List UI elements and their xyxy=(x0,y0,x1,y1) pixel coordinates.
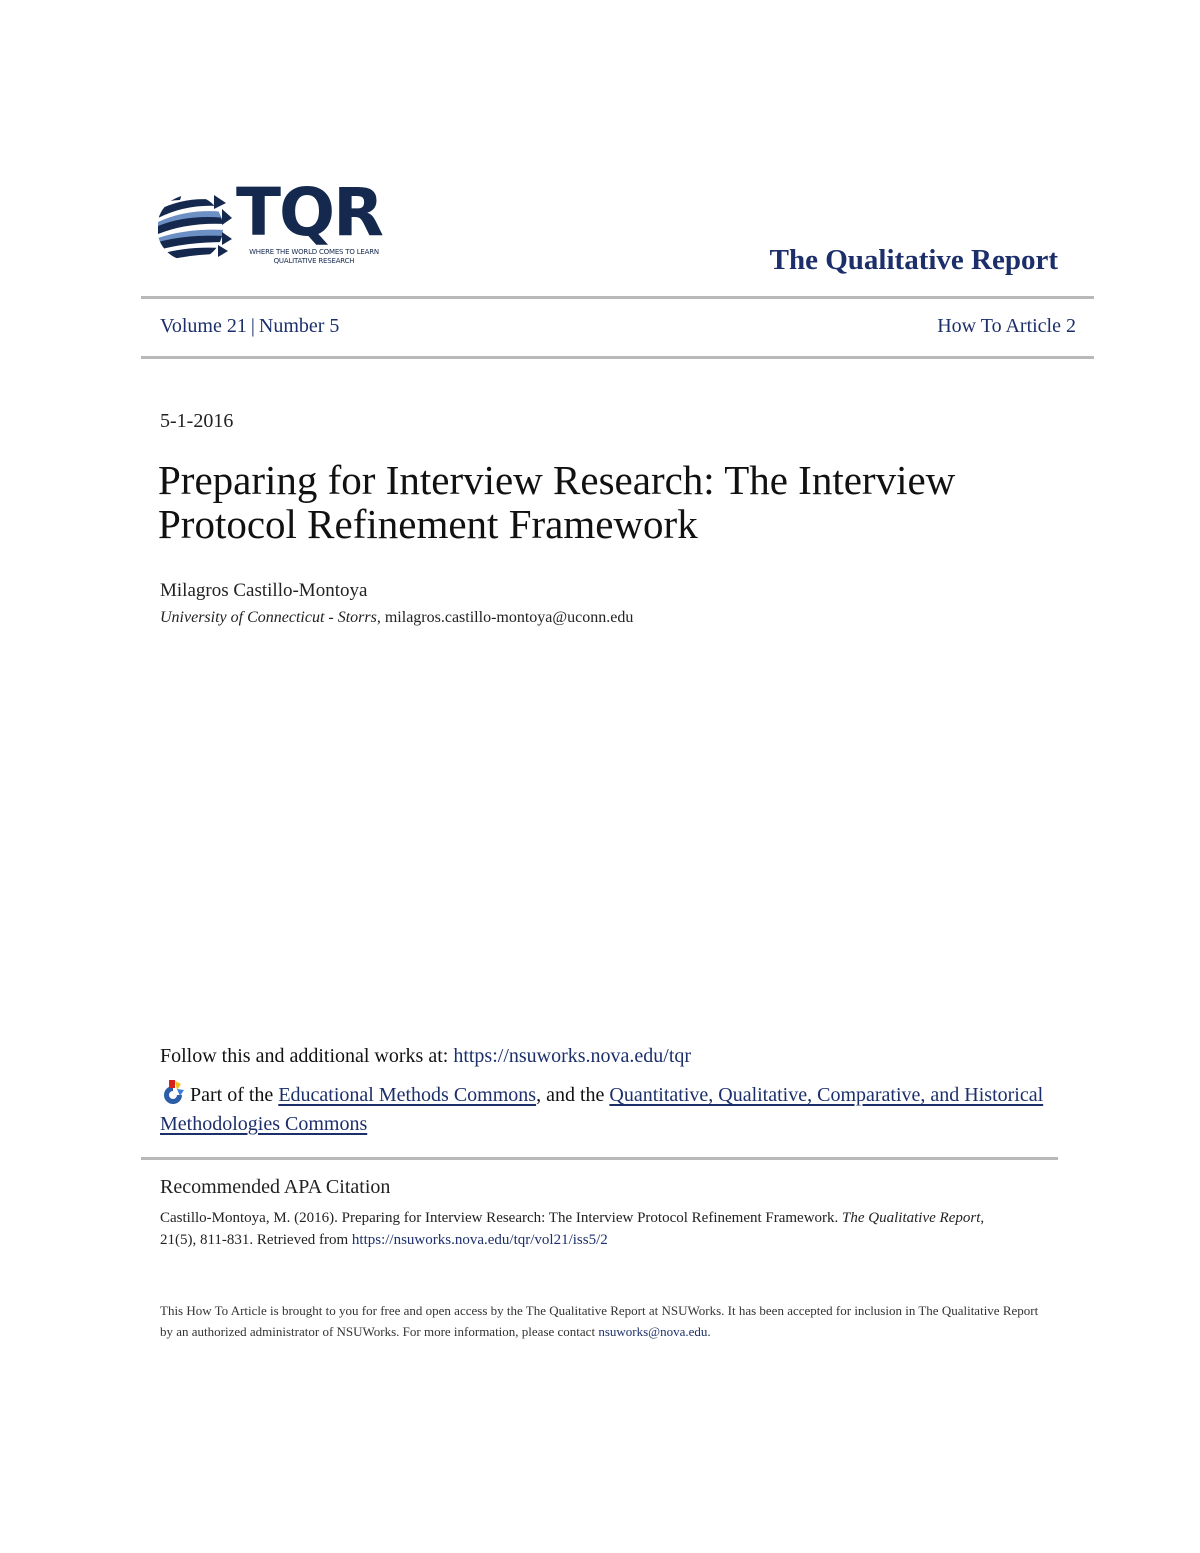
author-name: Milagros Castillo-Montoya xyxy=(160,580,368,601)
part-middle: , and the xyxy=(536,1084,610,1106)
apa-citation: Castillo-Montoya, M. (2016). Preparing f… xyxy=(160,1207,1020,1251)
affiliation-email: , milagros.castillo-montoya@uconn.edu xyxy=(376,609,634,626)
article-type-link[interactable]: How To Article 2 xyxy=(937,315,1076,338)
divider xyxy=(141,296,1094,299)
logo-letters: TQR xyxy=(236,174,384,251)
volume-link[interactable]: Volume 21 xyxy=(160,315,247,337)
divider xyxy=(141,356,1094,359)
citation-url-link[interactable]: https://nsuworks.nova.edu/tqr/vol21/iss5… xyxy=(352,1232,608,1248)
access-notice-end: . xyxy=(707,1324,711,1339)
issue-separator: | xyxy=(250,315,255,337)
follow-url-link[interactable]: https://nsuworks.nova.edu/tqr xyxy=(453,1045,691,1067)
issue-info: Volume 21 | Number 5 xyxy=(160,315,339,338)
journal-title[interactable]: The Qualitative Report xyxy=(770,244,1058,277)
tqr-logo: TQR WHERE THE WORLD COMES TO LEARN QUALI… xyxy=(156,180,388,270)
logo-tagline-line1: WHERE THE WORLD COMES TO LEARN xyxy=(249,248,379,256)
citation-heading: Recommended APA Citation xyxy=(160,1176,391,1198)
contact-email-link[interactable]: nsuworks@nova.edu xyxy=(598,1324,707,1339)
publication-date: 5-1-2016 xyxy=(160,410,234,432)
logo-tagline-line2: QUALITATIVE RESEARCH xyxy=(273,257,355,265)
part-of-commons: Part of the Educational Methods Commons,… xyxy=(160,1079,1060,1139)
part-prefix: Part of the xyxy=(190,1084,279,1106)
bepress-commons-icon xyxy=(164,1080,184,1104)
educational-methods-commons-link[interactable]: Educational Methods Commons xyxy=(278,1084,536,1106)
article-title: Preparing for Interview Research: The In… xyxy=(158,457,956,547)
follow-line: Follow this and additional works at: htt… xyxy=(160,1045,691,1068)
divider xyxy=(141,1157,1058,1160)
affiliation-institution: University of Connecticut - Storrs xyxy=(160,609,377,626)
citation-journal: The Qualitative Report xyxy=(842,1210,981,1226)
author-affiliation: University of Connecticut - Storrs, mila… xyxy=(160,609,633,627)
globe-arrows-icon xyxy=(157,195,232,261)
number-link[interactable]: Number 5 xyxy=(259,315,340,337)
citation-text: Castillo-Montoya, M. (2016). Preparing f… xyxy=(160,1210,843,1226)
follow-prefix: Follow this and additional works at: xyxy=(160,1045,454,1067)
logo-tagline: WHERE THE WORLD COMES TO LEARN QUALITATI… xyxy=(234,248,394,266)
access-notice: This How To Article is brought to you fo… xyxy=(160,1300,1040,1342)
